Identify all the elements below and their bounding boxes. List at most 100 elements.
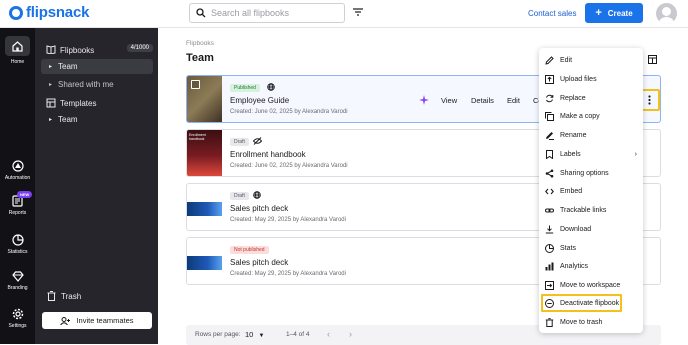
plus-icon: +: [595, 6, 602, 19]
menu-item-trackable-links[interactable]: Trackable links: [539, 201, 643, 219]
invite-teammates-button[interactable]: Invite teammates: [42, 312, 152, 329]
flipbook-meta: Created: May 29, 2025 by Alexandra Varod…: [230, 217, 346, 223]
search-box[interactable]: [189, 3, 345, 23]
rail-reports[interactable]: NEW Reports: [0, 191, 35, 216]
sparkle-icon[interactable]: [419, 95, 429, 105]
pencil-icon: [545, 55, 554, 65]
user-avatar[interactable]: [656, 3, 677, 24]
menu-item-label: Move to trash: [560, 318, 603, 326]
menu-item-analytics[interactable]: Analytics: [539, 257, 643, 275]
flipbook-title[interactable]: Sales pitch deck: [230, 258, 288, 267]
globe-icon: [253, 191, 261, 199]
menu-item-sharing-options[interactable]: Sharing options: [539, 164, 643, 182]
stats-icon: [545, 243, 554, 253]
sidebar-templates[interactable]: Templates: [35, 97, 158, 109]
sidebar-item-shared[interactable]: ▸ Shared with me: [41, 77, 153, 92]
kebab-icon: [647, 95, 651, 105]
menu-item-stats[interactable]: Stats: [539, 239, 643, 257]
menu-item-rename[interactable]: Rename: [539, 126, 643, 144]
menu-item-make-copy[interactable]: Make a copy: [539, 107, 643, 125]
embed-icon: [545, 188, 554, 194]
status-badge: Draft: [230, 138, 249, 146]
breadcrumb[interactable]: Flipbooks: [186, 40, 214, 47]
status-badge: Published: [230, 84, 260, 92]
menu-item-replace[interactable]: Replace: [539, 89, 643, 107]
thumbnail-caption: Enrollment handbook: [189, 133, 206, 142]
sidebar-item-templates-team[interactable]: ▸ Team: [41, 112, 153, 127]
menu-item-move-to-workspace[interactable]: Move to workspace: [539, 276, 643, 294]
rail-automation[interactable]: Automation: [0, 160, 35, 181]
rows-per-page-select[interactable]: 10 ▼: [245, 330, 264, 339]
menu-item-label: Trackable links: [560, 206, 607, 214]
menu-item-download[interactable]: Download: [539, 220, 643, 238]
menu-item-labels[interactable]: Labels ›: [539, 145, 643, 163]
menu-item-embed[interactable]: Embed: [539, 182, 643, 200]
deactivate-icon: [545, 298, 554, 308]
label-icon: [546, 149, 553, 159]
logo-mark-icon: [9, 5, 23, 20]
menu-item-label: Replace: [560, 94, 586, 102]
create-button[interactable]: + Create: [585, 3, 643, 23]
menu-item-label: Rename: [560, 131, 587, 139]
menu-item-move-to-trash[interactable]: Move to trash: [539, 313, 643, 331]
caret-down-icon: ▼: [258, 333, 265, 339]
menu-item-label: Labels: [560, 150, 581, 158]
flipbook-thumbnail: Enrollment handbook: [187, 130, 222, 176]
contact-sales-link[interactable]: Contact sales: [528, 9, 576, 18]
rail-statistics-label: Statistics: [7, 249, 28, 255]
menu-item-label: Stats: [560, 244, 576, 252]
rename-icon: [546, 131, 554, 140]
sidebar-trash[interactable]: Trash: [35, 290, 158, 302]
menu-item-label: Sharing options: [560, 169, 609, 177]
flipbook-title[interactable]: Employee Guide: [230, 96, 289, 105]
rail-automation-label: Automation: [4, 175, 31, 181]
sidebar-templates-team-label: Team: [58, 115, 78, 124]
top-bar: flipsnack Contact sales + Create: [0, 0, 688, 28]
flipbook-meta: Created: June 02, 2025 by Alexandra Varo…: [230, 163, 348, 169]
menu-item-label: Download: [560, 225, 592, 233]
automation-icon: [11, 160, 24, 172]
page-range: 1–4 of 4: [286, 331, 310, 338]
sidebar-item-team[interactable]: ▸ Team: [41, 59, 153, 74]
flipbook-thumbnail: [187, 238, 222, 284]
users-icon: [60, 316, 71, 325]
globe-icon: [267, 83, 275, 91]
sidebar-flipbooks-label: Flipbooks: [60, 45, 95, 55]
rail-statistics[interactable]: Statistics: [0, 234, 35, 255]
sidebar-team-label: Team: [58, 62, 78, 71]
flipbook-meta: Created: June 02, 2025 by Alexandra Varo…: [230, 109, 348, 115]
app-rail: Home Automation NEW Reports Statistics B…: [0, 28, 35, 344]
rail-branding-label: Branding: [7, 285, 28, 291]
flipbook-title[interactable]: Enrollment handbook: [230, 150, 306, 159]
filter-icon[interactable]: [352, 7, 364, 17]
invite-label: Invite teammates: [76, 316, 134, 325]
eye-off-icon: [253, 137, 262, 145]
sidebar-flipbooks[interactable]: Flipbooks 4/1000: [35, 44, 158, 56]
download-icon: [545, 225, 554, 233]
share-icon: [545, 169, 554, 177]
select-checkbox[interactable]: [191, 80, 200, 89]
flipbook-meta: Created: May 29, 2025 by Alexandra Varod…: [230, 271, 346, 277]
rows-per-page-label: Rows per page:: [195, 331, 241, 338]
menu-item-deactivate-flipbook[interactable]: Deactivate flipbook: [541, 294, 622, 312]
details-button[interactable]: Details: [471, 96, 494, 105]
rail-settings[interactable]: Settings: [0, 308, 35, 329]
rows-per-page-value: 10: [245, 330, 254, 339]
chevron-right-icon: ›: [634, 150, 637, 158]
rail-branding[interactable]: Branding: [0, 271, 35, 291]
view-button[interactable]: View: [441, 96, 457, 105]
prev-page-icon[interactable]: ‹: [327, 329, 330, 339]
rail-home[interactable]: Home: [0, 36, 35, 65]
flipbook-title[interactable]: Sales pitch deck: [230, 204, 288, 213]
edit-button[interactable]: Edit: [507, 96, 520, 105]
menu-item-upload-files[interactable]: Upload files: [539, 70, 643, 88]
flipsnack-logo[interactable]: flipsnack: [9, 4, 89, 21]
grid-view-icon[interactable]: [648, 55, 657, 64]
trash-icon: [545, 317, 554, 327]
menu-item-label: Deactivate flipbook: [560, 299, 620, 307]
rail-settings-label: Settings: [8, 323, 27, 329]
search-input[interactable]: [211, 8, 341, 18]
next-page-icon[interactable]: ›: [349, 329, 352, 339]
menu-item-edit[interactable]: Edit: [539, 51, 643, 69]
logo-text: flipsnack: [26, 4, 90, 21]
